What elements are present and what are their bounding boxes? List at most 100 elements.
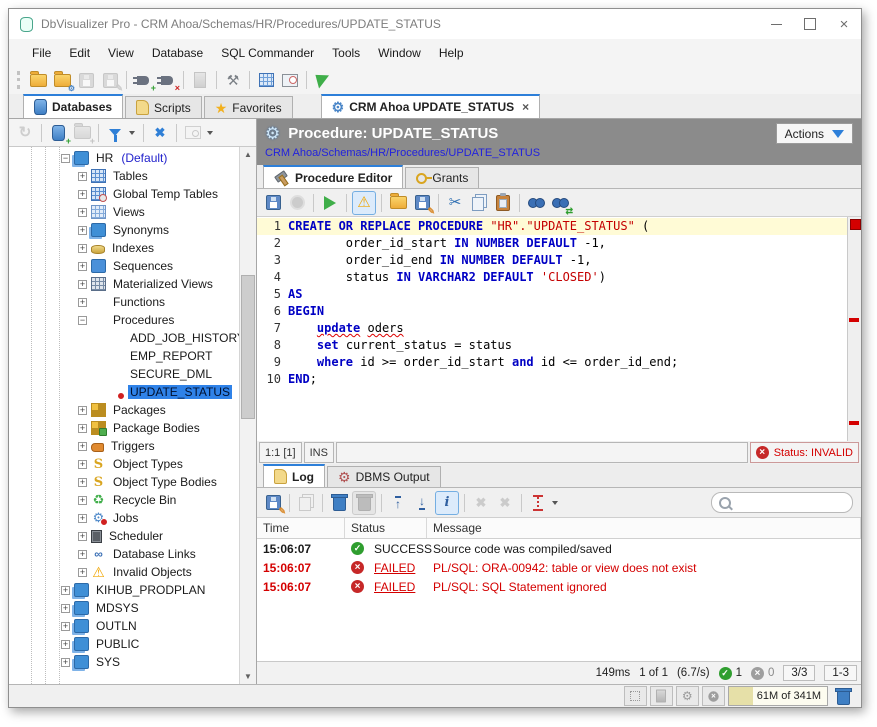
tree-item-synonyms[interactable]: +Synonyms: [9, 221, 239, 239]
code-line-10[interactable]: 10END;: [257, 371, 847, 388]
server-status-icon[interactable]: [650, 686, 673, 706]
code-line-4[interactable]: 4 status IN VARCHAR2 DEFAULT 'CLOSED'): [257, 269, 847, 286]
close-button[interactable]: ×: [827, 9, 861, 39]
tree-item-update-status[interactable]: UPDATE_STATUS: [9, 383, 239, 401]
log-row[interactable]: 15:06:07×FAILEDPL/SQL: SQL Statement ign…: [257, 577, 861, 596]
tab-scripts[interactable]: Scripts: [125, 96, 202, 118]
code-line-6[interactable]: 6BEGIN: [257, 303, 847, 320]
filter-icon[interactable]: [104, 122, 126, 144]
paste-icon[interactable]: [492, 192, 514, 214]
tab-grants[interactable]: Grants: [405, 167, 479, 188]
tab-databases[interactable]: Databases: [23, 94, 123, 118]
menu-view[interactable]: View: [99, 46, 143, 60]
memory-indicator[interactable]: 61M of 341M: [728, 686, 828, 706]
expand-box-icon[interactable]: +: [61, 586, 70, 595]
filter-icon-dropdown-caret[interactable]: [129, 131, 135, 135]
toolbar-drag-handle[interactable]: [17, 71, 20, 89]
log-clear-icon[interactable]: [328, 492, 350, 514]
show-warnings-icon[interactable]: ⚠: [352, 191, 376, 215]
tree-item-sequences[interactable]: +Sequences: [9, 257, 239, 275]
expand-box-icon[interactable]: +: [61, 658, 70, 667]
expand-box-icon[interactable]: +: [78, 442, 87, 451]
expand-box-icon[interactable]: +: [78, 298, 87, 307]
tab-procedure-editor[interactable]: Procedure Editor: [263, 165, 403, 188]
tool-properties-icon[interactable]: ⚒: [222, 69, 244, 91]
sql-editor[interactable]: 1CREATE OR REPLACE PROCEDURE "HR"."UPDAT…: [257, 217, 861, 441]
tree-item-materialized-views[interactable]: +Materialized Views: [9, 275, 239, 293]
code-line-2[interactable]: 2 order_id_start IN NUMBER DEFAULT -1,: [257, 235, 847, 252]
expand-box-icon[interactable]: +: [78, 424, 87, 433]
connect-icon[interactable]: +: [132, 69, 154, 91]
tab-log[interactable]: Log: [263, 464, 325, 487]
tree-item-invalid-objects[interactable]: +⚠Invalid Objects: [9, 563, 239, 581]
collapse-box-icon[interactable]: −: [61, 154, 70, 163]
tree-item-hr[interactable]: −HR(Default): [9, 149, 239, 167]
expand-box-icon[interactable]: +: [78, 262, 87, 271]
column-header-time[interactable]: Time: [257, 518, 345, 538]
expand-box-icon[interactable]: +: [78, 460, 87, 469]
tree-item-procedures[interactable]: −Procedures: [9, 311, 239, 329]
log-search-input[interactable]: [734, 496, 848, 510]
scroll-to-top-icon[interactable]: ↑: [387, 492, 409, 514]
tree-item-mdsys[interactable]: +MDSYS: [9, 599, 239, 617]
expand-box-icon[interactable]: +: [78, 280, 87, 289]
code-line-8[interactable]: 8 set current_status = status: [257, 337, 847, 354]
tree-item-sys[interactable]: +SYS: [9, 653, 239, 671]
expand-box-icon[interactable]: +: [78, 478, 87, 487]
grid-window-icon[interactable]: [255, 69, 277, 91]
code-line-7[interactable]: 7 update oders: [257, 320, 847, 337]
tree-item-functions[interactable]: +Functions: [9, 293, 239, 311]
scroll-to-bottom-icon[interactable]: ↓: [411, 492, 433, 514]
tree-scrollbar[interactable]: ▲ ▼: [239, 147, 256, 684]
tree-item-add-job-history[interactable]: ADD_JOB_HISTORY: [9, 329, 239, 347]
tree-item-packages[interactable]: +Packages: [9, 401, 239, 419]
cut-icon[interactable]: ✂: [444, 192, 466, 214]
expand-box-icon[interactable]: +: [78, 208, 87, 217]
scroll-up-arrow[interactable]: ▲: [240, 147, 256, 162]
expand-box-icon[interactable]: +: [78, 532, 87, 541]
error-status-icon[interactable]: ×: [702, 686, 725, 706]
expand-box-icon[interactable]: +: [78, 550, 87, 559]
tree-item-secure-dml[interactable]: SECURE_DML: [9, 365, 239, 383]
code-line-3[interactable]: 3 order_id_end IN NUMBER DEFAULT -1,: [257, 252, 847, 269]
open-bookmark-icon[interactable]: [27, 69, 49, 91]
scrollbar-thumb[interactable]: [241, 275, 255, 419]
column-header-message[interactable]: Message: [427, 518, 861, 538]
save-edit-icon[interactable]: ✎: [411, 192, 433, 214]
log-row[interactable]: 15:06:07×FAILEDPL/SQL: ORA-00942: table …: [257, 558, 861, 577]
create-connection-icon[interactable]: +: [47, 122, 69, 144]
tree-item-database-links[interactable]: +∞Database Links: [9, 545, 239, 563]
error-overview-strip[interactable]: [847, 217, 861, 441]
menu-edit[interactable]: Edit: [60, 46, 99, 60]
collapse-all-icon[interactable]: ✖: [149, 122, 171, 144]
driver-manager-icon[interactable]: [312, 69, 334, 91]
copy-icon[interactable]: [468, 192, 490, 214]
menu-tools[interactable]: Tools: [323, 46, 369, 60]
actions-button[interactable]: Actions: [776, 123, 853, 144]
expand-box-icon[interactable]: +: [61, 604, 70, 613]
expand-box-icon[interactable]: +: [78, 172, 87, 181]
gc-trash-icon[interactable]: [832, 685, 854, 707]
tree-item-outln[interactable]: +OUTLN: [9, 617, 239, 635]
gear-status-icon[interactable]: ⚙: [676, 686, 699, 706]
fit-row-height-icon-dropdown-caret[interactable]: [552, 501, 558, 505]
menu-window[interactable]: Window: [369, 46, 430, 60]
tree-item-object-type-bodies[interactable]: +SObject Type Bodies: [9, 473, 239, 491]
tree-item-emp-report[interactable]: EMP_REPORT: [9, 347, 239, 365]
code-line-9[interactable]: 9 where id >= order_id_start and id <= o…: [257, 354, 847, 371]
error-marker[interactable]: [849, 421, 859, 425]
menu-file[interactable]: File: [23, 46, 60, 60]
tree-item-package-bodies[interactable]: +Package Bodies: [9, 419, 239, 437]
menu-help[interactable]: Help: [430, 46, 473, 60]
find-replace-icon[interactable]: ⇄: [549, 192, 571, 214]
connection-folder-icon[interactable]: ⚙: [51, 69, 73, 91]
expand-box-icon[interactable]: +: [61, 640, 70, 649]
menu-database[interactable]: Database: [143, 46, 212, 60]
maximize-button[interactable]: [793, 9, 827, 39]
minimize-button[interactable]: [759, 9, 793, 39]
tree-item-indexes[interactable]: +Indexes: [9, 239, 239, 257]
find-icon[interactable]: [525, 192, 547, 214]
tree-item-object-types[interactable]: +SObject Types: [9, 455, 239, 473]
code-area[interactable]: 1CREATE OR REPLACE PROCEDURE "HR"."UPDAT…: [257, 217, 847, 441]
menu-sql-commander[interactable]: SQL Commander: [212, 46, 323, 60]
